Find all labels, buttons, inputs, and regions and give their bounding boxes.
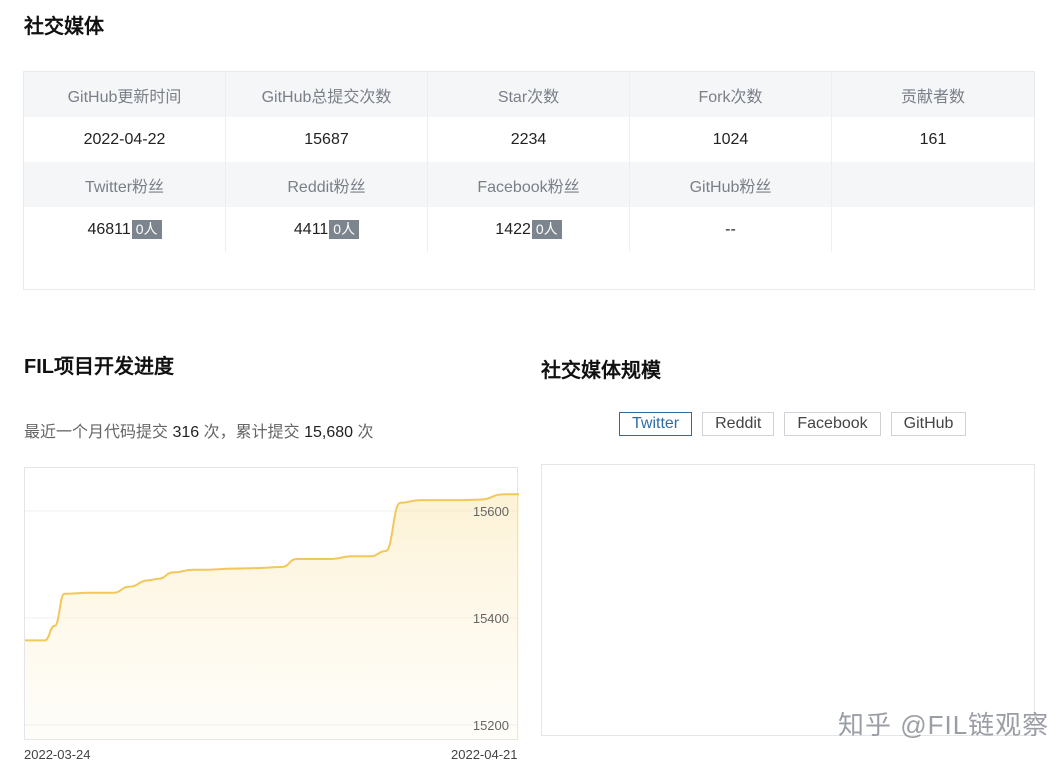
summary-suffix: 次	[357, 424, 374, 441]
reddit-followers-count: 4411	[293, 220, 329, 238]
facebook-followers-count: 1422	[495, 220, 531, 238]
dev-progress-title: FIL项目开发进度	[24, 356, 174, 378]
watermark: 知乎 @FIL链观察	[838, 710, 1050, 740]
social-chart-area	[541, 464, 1035, 736]
y-tick-label: 15400	[473, 611, 509, 626]
y-tick-label: 15200	[473, 718, 509, 733]
stats-value-row-1: 2022-04-22 15687 2234 1024 161	[24, 117, 1034, 162]
summary-mid: 次，累计提交	[203, 424, 300, 441]
x-axis-end-label: 2022-04-21	[451, 747, 518, 762]
total-commits: 15,680	[304, 424, 354, 441]
twitter-growth-badge: 0人	[131, 220, 162, 239]
header-facebook-followers: Facebook粉丝	[428, 162, 630, 207]
header-github-update-time: GitHub更新时间	[24, 72, 226, 117]
y-tick-label: 15600	[473, 504, 509, 519]
value-empty	[832, 207, 1034, 252]
twitter-followers-count: 46811	[87, 220, 131, 238]
stats-value-row-2: 46811 0人 4411 0人 1422 0人 --	[24, 207, 1034, 252]
value-facebook-followers: 1422 0人	[428, 207, 630, 252]
stats-table: GitHub更新时间 GitHub总提交次数 Star次数 Fork次数 贡献者…	[23, 71, 1035, 290]
commit-summary: 最近一个月代码提交 316 次，累计提交 15,680 次	[24, 418, 374, 442]
value-fork-count: 1024	[630, 117, 832, 162]
stats-header-row-1: GitHub更新时间 GitHub总提交次数 Star次数 Fork次数 贡献者…	[24, 72, 1034, 117]
social-tabs: Twitter Reddit Facebook GitHub	[619, 412, 967, 436]
header-contributors: 贡献者数	[900, 88, 965, 106]
header-reddit-followers: Reddit粉丝	[226, 162, 428, 207]
social-scale-title: 社交媒体规模	[541, 360, 661, 382]
value-star-count: 2234	[428, 117, 630, 162]
tab-reddit[interactable]: Reddit	[702, 412, 775, 436]
chart-svg: 15600 15400 15200	[25, 493, 519, 741]
value-twitter-followers: 46811 0人	[24, 207, 226, 252]
dev-progress-chart[interactable]: 15600 15400 15200	[24, 467, 519, 741]
summary-prefix: 最近一个月代码提交	[24, 424, 169, 441]
reddit-growth-badge: 0人	[329, 220, 360, 239]
github-followers-count: --	[725, 220, 736, 238]
value-github-total-commits: 15687	[226, 117, 428, 162]
value-reddit-followers: 4411 0人	[226, 207, 428, 252]
month-commits: 316	[172, 424, 200, 441]
header-star-count: Star次数	[428, 72, 630, 117]
chart-area-fill	[25, 494, 519, 741]
facebook-growth-badge: 0人	[531, 220, 562, 239]
tab-twitter[interactable]: Twitter	[619, 412, 693, 436]
x-axis-start-label: 2022-03-24	[24, 747, 91, 762]
tab-github[interactable]: GitHub	[890, 412, 967, 436]
value-contributors: 161	[919, 130, 947, 148]
header-empty	[832, 162, 1034, 207]
header-github-total-commits: GitHub总提交次数	[226, 72, 428, 117]
value-github-update-time: 2022-04-22	[24, 117, 226, 162]
value-github-followers: --	[630, 207, 832, 252]
header-twitter-followers: Twitter粉丝	[24, 162, 226, 207]
stats-header-row-2: Twitter粉丝 Reddit粉丝 Facebook粉丝 GitHub粉丝	[24, 162, 1034, 207]
section-title-social-media: 社交媒体	[24, 16, 104, 38]
tab-facebook[interactable]: Facebook	[784, 412, 881, 436]
header-fork-count: Fork次数	[630, 72, 832, 117]
header-github-followers: GitHub粉丝	[630, 162, 832, 207]
